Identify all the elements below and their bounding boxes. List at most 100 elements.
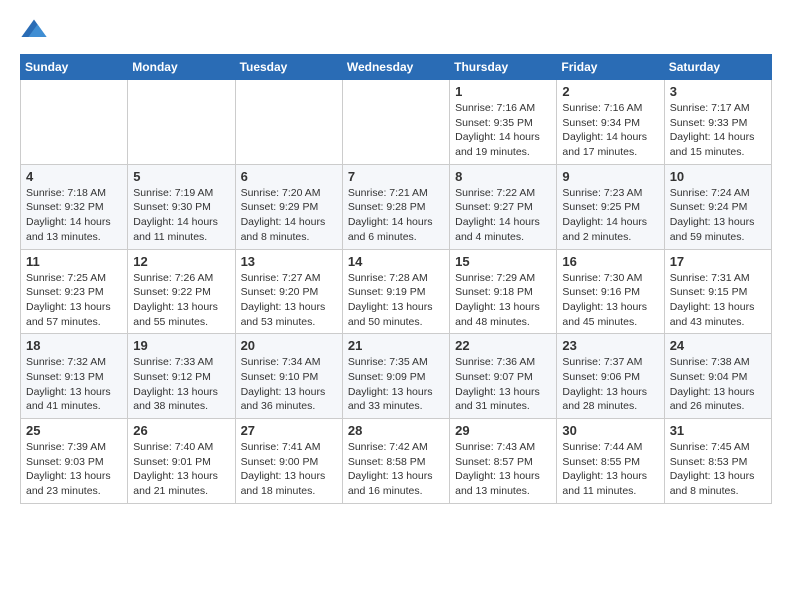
calendar-cell: 14 Sunrise: 7:28 AMSunset: 9:19 PMDayligh…	[342, 249, 449, 334]
day-info: Sunrise: 7:34 AMSunset: 9:10 PMDaylight:…	[241, 355, 337, 414]
day-info: Sunrise: 7:16 AMSunset: 9:35 PMDaylight:…	[455, 101, 551, 160]
calendar-cell: 10 Sunrise: 7:24 AMSunset: 9:24 PMDayligh…	[664, 164, 771, 249]
day-number: 30	[562, 423, 658, 438]
weekday-header-wednesday: Wednesday	[342, 55, 449, 80]
day-info: Sunrise: 7:29 AMSunset: 9:18 PMDaylight:…	[455, 271, 551, 330]
day-number: 11	[26, 254, 122, 269]
calendar-cell: 6Sunrise: 7:20 AMSunset: 9:29 PMDaylight…	[235, 164, 342, 249]
day-info: Sunrise: 7:38 AMSunset: 9:04 PMDaylight:…	[670, 355, 766, 414]
logo-icon	[20, 16, 48, 44]
weekday-row: SundayMondayTuesdayWednesdayThursdayFrid…	[21, 55, 772, 80]
day-info: Sunrise: 7:40 AMSunset: 9:01 PMDaylight:…	[133, 440, 229, 499]
day-info: Sunrise: 7:37 AMSunset: 9:06 PMDaylight:…	[562, 355, 658, 414]
day-info: Sunrise: 7:16 AMSunset: 9:34 PMDaylight:…	[562, 101, 658, 160]
calendar-cell: 25 Sunrise: 7:39 AMSunset: 9:03 PMDayligh…	[21, 419, 128, 504]
day-number: 31	[670, 423, 766, 438]
day-info: Sunrise: 7:28 AMSunset: 9:19 PMDaylight:…	[348, 271, 444, 330]
day-number: 6	[241, 169, 337, 184]
calendar-cell: 20 Sunrise: 7:34 AMSunset: 9:10 PMDayligh…	[235, 334, 342, 419]
calendar-cell: 27 Sunrise: 7:41 AMSunset: 9:00 PMDayligh…	[235, 419, 342, 504]
calendar-cell: 12 Sunrise: 7:26 AMSunset: 9:22 PMDayligh…	[128, 249, 235, 334]
day-number: 29	[455, 423, 551, 438]
calendar-cell: 29 Sunrise: 7:43 AMSunset: 8:57 PMDayligh…	[450, 419, 557, 504]
day-number: 17	[670, 254, 766, 269]
day-info: Sunrise: 7:18 AMSunset: 9:32 PMDaylight:…	[26, 186, 122, 245]
day-info: Sunrise: 7:17 AMSunset: 9:33 PMDaylight:…	[670, 101, 766, 160]
day-info: Sunrise: 7:42 AMSunset: 8:58 PMDaylight:…	[348, 440, 444, 499]
calendar-cell: 17 Sunrise: 7:31 AMSunset: 9:15 PMDayligh…	[664, 249, 771, 334]
day-info: Sunrise: 7:43 AMSunset: 8:57 PMDaylight:…	[455, 440, 551, 499]
day-info: Sunrise: 7:35 AMSunset: 9:09 PMDaylight:…	[348, 355, 444, 414]
weekday-header-thursday: Thursday	[450, 55, 557, 80]
calendar-cell: 7Sunrise: 7:21 AMSunset: 9:28 PMDaylight…	[342, 164, 449, 249]
day-number: 9	[562, 169, 658, 184]
day-number: 4	[26, 169, 122, 184]
day-info: Sunrise: 7:24 AMSunset: 9:24 PMDaylight:…	[670, 186, 766, 245]
calendar-cell: 30 Sunrise: 7:44 AMSunset: 8:55 PMDayligh…	[557, 419, 664, 504]
day-number: 24	[670, 338, 766, 353]
day-info: Sunrise: 7:25 AMSunset: 9:23 PMDaylight:…	[26, 271, 122, 330]
day-info: Sunrise: 7:19 AMSunset: 9:30 PMDaylight:…	[133, 186, 229, 245]
calendar-cell: 15Sunrise: 7:29 AMSunset: 9:18 PMDayligh…	[450, 249, 557, 334]
page-container: SundayMondayTuesdayWednesdayThursdayFrid…	[0, 0, 792, 514]
weekday-header-sunday: Sunday	[21, 55, 128, 80]
day-number: 13	[241, 254, 337, 269]
page-header	[20, 16, 772, 44]
calendar-cell: 9 Sunrise: 7:23 AMSunset: 9:25 PMDaylight…	[557, 164, 664, 249]
day-number: 5	[133, 169, 229, 184]
calendar-cell	[128, 80, 235, 165]
calendar-cell: 31 Sunrise: 7:45 AMSunset: 8:53 PMDayligh…	[664, 419, 771, 504]
day-info: Sunrise: 7:31 AMSunset: 9:15 PMDaylight:…	[670, 271, 766, 330]
calendar-cell: 19Sunrise: 7:33 AMSunset: 9:12 PMDayligh…	[128, 334, 235, 419]
calendar-week-1: 1 Sunrise: 7:16 AMSunset: 9:35 PMDaylight…	[21, 80, 772, 165]
calendar-cell: 1 Sunrise: 7:16 AMSunset: 9:35 PMDaylight…	[450, 80, 557, 165]
day-number: 18	[26, 338, 122, 353]
day-number: 8	[455, 169, 551, 184]
calendar-table: SundayMondayTuesdayWednesdayThursdayFrid…	[20, 54, 772, 504]
calendar-cell: 21 Sunrise: 7:35 AMSunset: 9:09 PMDayligh…	[342, 334, 449, 419]
day-number: 27	[241, 423, 337, 438]
day-number: 22	[455, 338, 551, 353]
day-number: 21	[348, 338, 444, 353]
day-info: Sunrise: 7:36 AMSunset: 9:07 PMDaylight:…	[455, 355, 551, 414]
day-number: 10	[670, 169, 766, 184]
day-number: 26	[133, 423, 229, 438]
weekday-header-saturday: Saturday	[664, 55, 771, 80]
calendar-cell	[235, 80, 342, 165]
calendar-header: SundayMondayTuesdayWednesdayThursdayFrid…	[21, 55, 772, 80]
day-info: Sunrise: 7:23 AMSunset: 9:25 PMDaylight:…	[562, 186, 658, 245]
calendar-cell: 3 Sunrise: 7:17 AMSunset: 9:33 PMDaylight…	[664, 80, 771, 165]
calendar-cell	[21, 80, 128, 165]
day-number: 20	[241, 338, 337, 353]
day-info: Sunrise: 7:26 AMSunset: 9:22 PMDaylight:…	[133, 271, 229, 330]
day-number: 3	[670, 84, 766, 99]
day-info: Sunrise: 7:41 AMSunset: 9:00 PMDaylight:…	[241, 440, 337, 499]
calendar-cell: 5 Sunrise: 7:19 AMSunset: 9:30 PMDaylight…	[128, 164, 235, 249]
calendar-cell: 23Sunrise: 7:37 AMSunset: 9:06 PMDayligh…	[557, 334, 664, 419]
calendar-cell: 13Sunrise: 7:27 AMSunset: 9:20 PMDayligh…	[235, 249, 342, 334]
calendar-cell: 22 Sunrise: 7:36 AMSunset: 9:07 PMDayligh…	[450, 334, 557, 419]
day-info: Sunrise: 7:44 AMSunset: 8:55 PMDaylight:…	[562, 440, 658, 499]
calendar-week-2: 4 Sunrise: 7:18 AMSunset: 9:32 PMDaylight…	[21, 164, 772, 249]
day-info: Sunrise: 7:39 AMSunset: 9:03 PMDaylight:…	[26, 440, 122, 499]
day-number: 1	[455, 84, 551, 99]
day-number: 7	[348, 169, 444, 184]
weekday-header-friday: Friday	[557, 55, 664, 80]
day-info: Sunrise: 7:45 AMSunset: 8:53 PMDaylight:…	[670, 440, 766, 499]
day-number: 12	[133, 254, 229, 269]
calendar-body: 1 Sunrise: 7:16 AMSunset: 9:35 PMDaylight…	[21, 80, 772, 504]
day-number: 14	[348, 254, 444, 269]
calendar-cell: 26 Sunrise: 7:40 AMSunset: 9:01 PMDayligh…	[128, 419, 235, 504]
day-info: Sunrise: 7:33 AMSunset: 9:12 PMDaylight:…	[133, 355, 229, 414]
calendar-cell: 16Sunrise: 7:30 AMSunset: 9:16 PMDayligh…	[557, 249, 664, 334]
weekday-header-monday: Monday	[128, 55, 235, 80]
day-number: 16	[562, 254, 658, 269]
calendar-cell: 28Sunrise: 7:42 AMSunset: 8:58 PMDayligh…	[342, 419, 449, 504]
calendar-cell: 8Sunrise: 7:22 AMSunset: 9:27 PMDaylight…	[450, 164, 557, 249]
calendar-cell: 2 Sunrise: 7:16 AMSunset: 9:34 PMDaylight…	[557, 80, 664, 165]
day-number: 2	[562, 84, 658, 99]
day-number: 25	[26, 423, 122, 438]
calendar-week-3: 11 Sunrise: 7:25 AMSunset: 9:23 PMDayligh…	[21, 249, 772, 334]
calendar-week-5: 25 Sunrise: 7:39 AMSunset: 9:03 PMDayligh…	[21, 419, 772, 504]
calendar-cell: 18Sunrise: 7:32 AMSunset: 9:13 PMDayligh…	[21, 334, 128, 419]
